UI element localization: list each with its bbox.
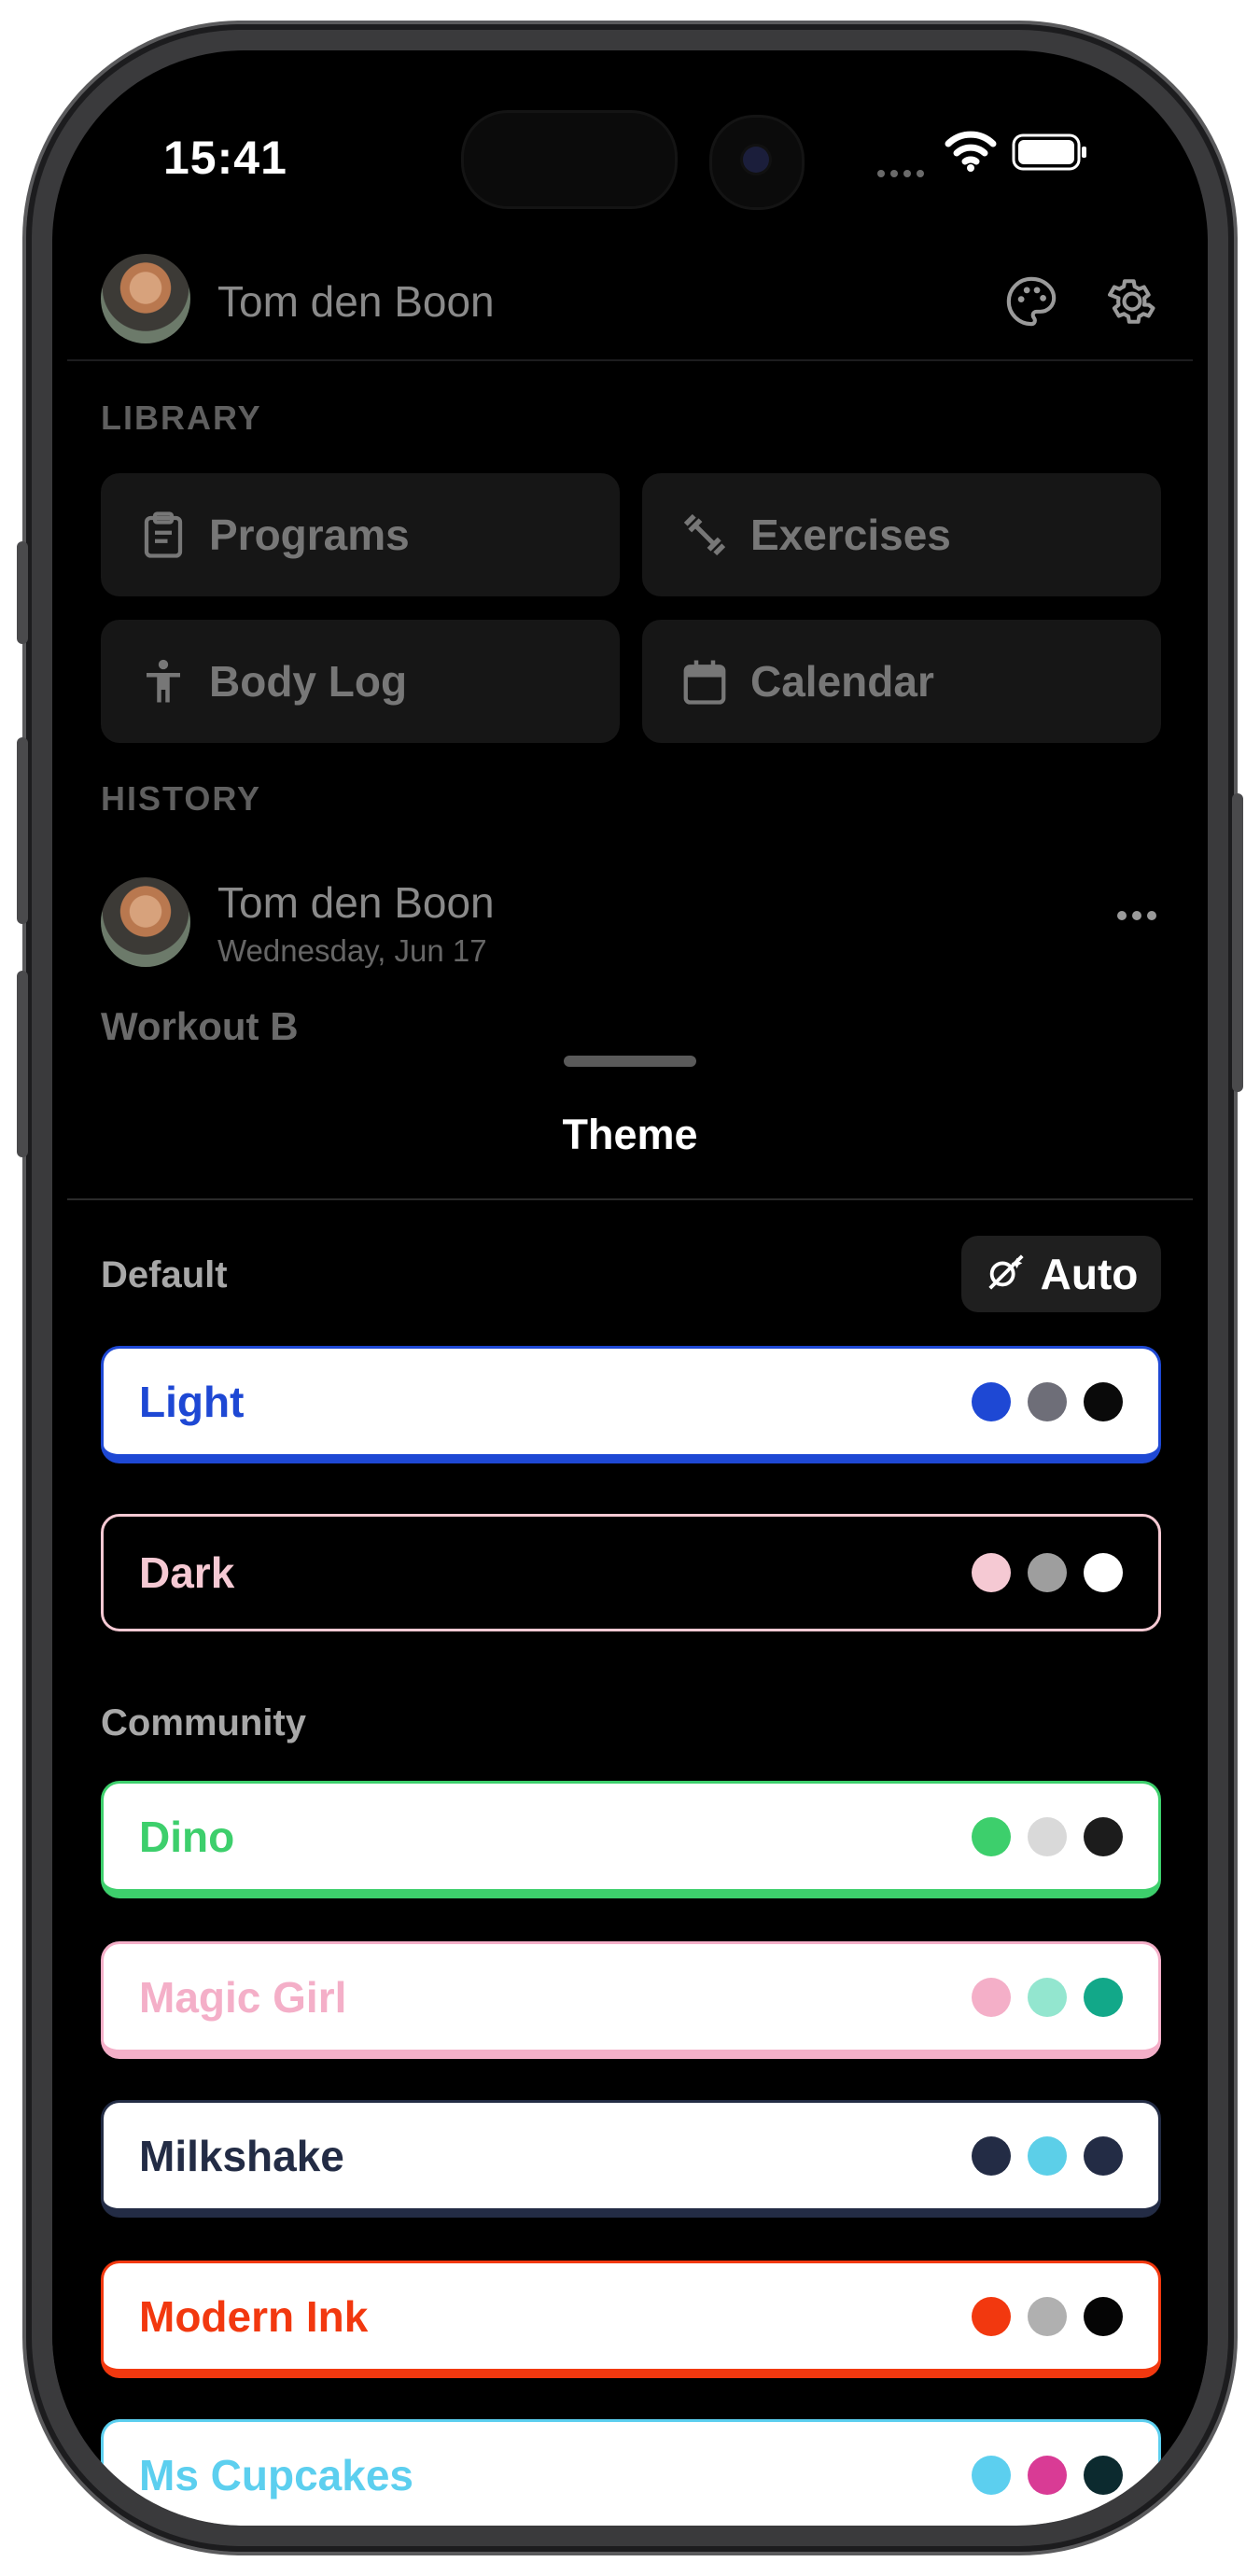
library-section-title: LIBRARY <box>101 399 262 437</box>
theme-card-dino[interactable]: Dino <box>101 1781 1161 1898</box>
history-user-name: Tom den Boon <box>217 878 495 927</box>
theme-name: Ms Cupcakes <box>139 2450 414 2499</box>
color-swatch <box>1028 1381 1067 1421</box>
theme-color-swatches <box>955 1553 1123 1592</box>
tile-programs-label: Programs <box>209 511 410 559</box>
color-swatch <box>1084 1816 1123 1856</box>
color-swatch <box>1028 1977 1067 2017</box>
tile-calendar-label: Calendar <box>750 657 934 706</box>
battery-icon <box>1012 133 1088 176</box>
person-icon <box>138 656 189 707</box>
color-swatch <box>1028 2135 1067 2176</box>
color-swatch <box>1084 2455 1123 2495</box>
color-swatch <box>1084 2135 1123 2176</box>
calendar-icon <box>679 656 730 707</box>
user-name: Tom den Boon <box>217 277 495 326</box>
more-icon[interactable] <box>1116 909 1157 927</box>
theme-name: Dark <box>139 1548 235 1597</box>
auto-button[interactable]: Auto <box>961 1236 1161 1312</box>
color-swatch <box>1084 1553 1123 1592</box>
theme-color-swatches <box>955 1816 1123 1856</box>
color-swatch <box>972 1553 1011 1592</box>
camera-lens <box>743 147 769 173</box>
theme-color-swatches <box>955 2455 1123 2495</box>
tile-programs[interactable]: Programs <box>101 473 620 596</box>
theme-color-swatches <box>955 1381 1123 1421</box>
theme-name: Dino <box>139 1812 235 1861</box>
color-swatch <box>1028 2296 1067 2336</box>
sheet-divider <box>67 1198 1193 1200</box>
theme-card-milkshake[interactable]: Milkshake <box>101 2100 1161 2218</box>
user-avatar[interactable] <box>101 254 190 343</box>
theme-name: Milkshake <box>139 2131 344 2180</box>
tile-body-log-label: Body Log <box>209 657 408 706</box>
tile-calendar[interactable]: Calendar <box>642 620 1161 743</box>
color-swatch <box>1028 1816 1067 1856</box>
wifi-icon <box>945 129 997 178</box>
header-divider <box>67 359 1193 361</box>
volume-up-button <box>17 737 28 924</box>
dumbbell-icon <box>679 510 730 560</box>
color-swatch <box>1084 1977 1123 2017</box>
screen: 15:41 Tom den Boon LIBRARY Programs Exer… <box>52 50 1208 2526</box>
color-swatch <box>972 2296 1011 2336</box>
community-group-label: Community <box>101 1702 306 1743</box>
theme-name: Modern Ink <box>139 2291 369 2341</box>
color-swatch <box>972 1816 1011 1856</box>
signal-icon <box>874 153 930 186</box>
theme-card-magic-girl[interactable]: Magic Girl <box>101 1941 1161 2059</box>
theme-card-ms-cupcakes[interactable]: Ms Cupcakes <box>101 2419 1161 2526</box>
clipboard-icon <box>138 510 189 560</box>
theme-color-swatches <box>955 1977 1123 2017</box>
theme-name: Magic Girl <box>139 1972 347 2022</box>
default-group-label: Default <box>101 1254 228 1295</box>
color-swatch <box>1028 1553 1067 1592</box>
tile-body-log[interactable]: Body Log <box>101 620 620 743</box>
auto-label: Auto <box>1040 1250 1139 1298</box>
theme-card-dark[interactable]: Dark <box>101 1514 1161 1631</box>
history-date: Wednesday, Jun 17 <box>217 933 487 968</box>
dynamic-island <box>461 110 678 209</box>
color-swatch <box>1028 2455 1067 2495</box>
theme-name: Light <box>139 1377 245 1426</box>
theme-card-light[interactable]: Light <box>101 1346 1161 1463</box>
history-section-title: HISTORY <box>101 779 262 818</box>
color-swatch <box>972 1977 1011 2017</box>
color-swatch <box>972 2135 1011 2176</box>
power-button <box>1232 793 1243 1092</box>
gear-icon[interactable] <box>1105 274 1159 333</box>
theme-color-swatches <box>955 2296 1123 2336</box>
palette-icon[interactable] <box>1004 274 1058 333</box>
color-swatch <box>972 1381 1011 1421</box>
tile-exercises-label: Exercises <box>750 511 951 559</box>
volume-down-button <box>17 971 28 1157</box>
color-swatch <box>1084 2296 1123 2336</box>
sheet-grabber[interactable] <box>564 1056 696 1067</box>
color-swatch <box>1084 1381 1123 1421</box>
status-time: 15:41 <box>163 132 287 184</box>
tile-exercises[interactable]: Exercises <box>642 473 1161 596</box>
color-swatch <box>972 2455 1011 2495</box>
action-button <box>17 541 28 644</box>
history-avatar <box>101 877 190 967</box>
theme-color-swatches <box>955 2135 1123 2176</box>
theme-card-modern-ink[interactable]: Modern Ink <box>101 2261 1161 2378</box>
auto-theme-icon <box>985 1251 1028 1298</box>
sheet-title: Theme <box>562 1111 698 1158</box>
